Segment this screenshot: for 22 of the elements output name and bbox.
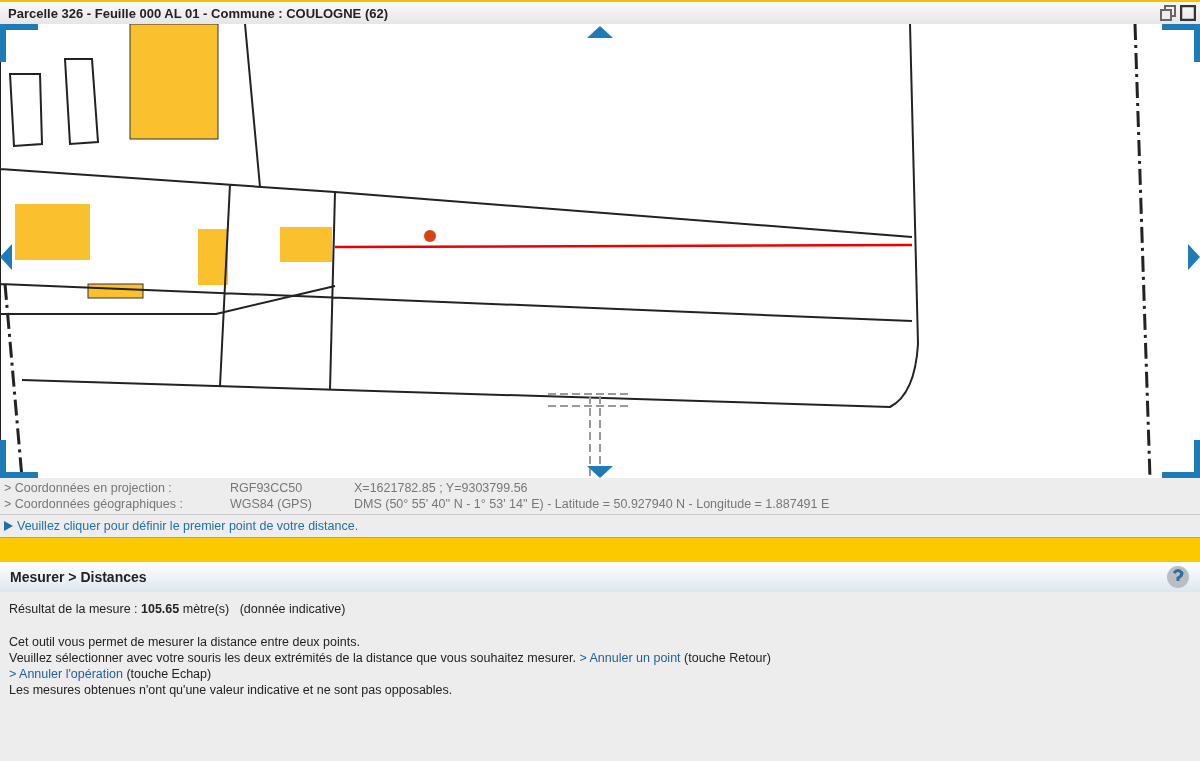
help-text: Cet outil vous permet de mesurer la distance entre deux points. Veuillez sélectionner avec votre souris les deux extrémités de la distance que vous souhaitez mesurer. > Annuler un point (touche Retour) > Annuler l'opération (touche Echap) Les mesures obtenues n'ont qu'une valeur indicative et ne sont pas opposables. <box>9 634 772 698</box>
help-icon[interactable] <box>1166 565 1190 589</box>
panel-title: Mesurer > Distances <box>10 569 147 585</box>
coordinate-system: WGS84 (GPS) <box>230 496 313 512</box>
cancel-link[interactable]: > Annuler l'opération <box>9 667 123 681</box>
window-title: Parcelle 326 - Feuille 000 AL 01 - Commune : COULOGNE (62) <box>8 5 388 21</box>
measure-result: Résultat de la mesure : 105.65 mètre(s) (donnée indicative) <box>9 602 347 616</box>
pan-right-icon[interactable] <box>1188 244 1200 270</box>
pan-down-icon[interactable] <box>587 466 613 478</box>
pan-up-icon[interactable] <box>587 26 613 38</box>
coordinate-system: RGF93CC50 <box>230 480 304 496</box>
restore-icon[interactable] <box>1160 5 1176 21</box>
undo-point-link[interactable]: > Annuler un point <box>579 651 681 665</box>
pan-left-icon[interactable] <box>0 244 12 270</box>
play-icon <box>4 521 13 531</box>
coordinate-value: DMS (50° 55' 40'' N - 1° 53' 14'' E) - Latitude = 50.927940 N - Longitude = 1.887491 E <box>354 496 831 512</box>
corner-icon[interactable] <box>0 440 38 478</box>
instruction-text: Veuillez cliquer pour définir le premier point de votre distance. <box>17 519 359 533</box>
coordinate-label: > Coordonnées en projection : <box>4 480 173 496</box>
coordinate-value: X=1621782.85 ; Y=9303799.56 <box>354 480 529 496</box>
coordinate-label: > Coordonnées géographiques : <box>4 496 184 512</box>
maximize-icon[interactable] <box>1180 5 1196 21</box>
